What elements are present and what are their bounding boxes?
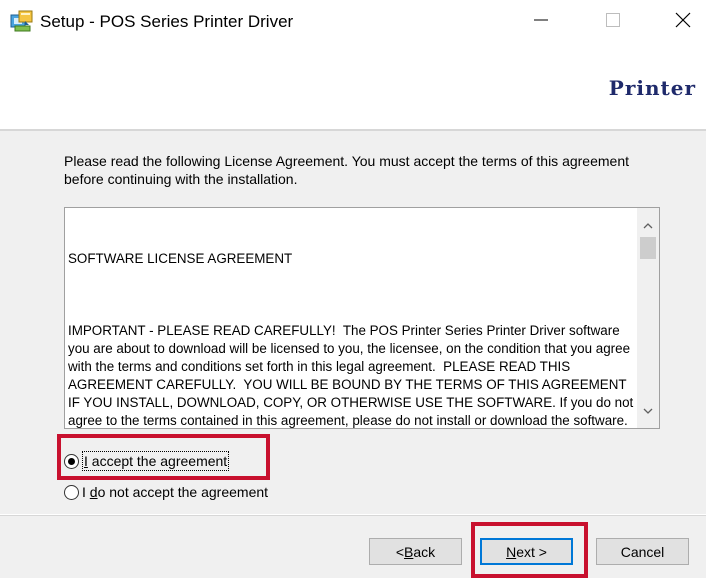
license-textbox[interactable]: SOFTWARE LICENSE AGREEMENT IMPORTANT - P… <box>64 207 660 429</box>
wizard-header: Printer <box>0 44 706 129</box>
window-title: Setup - POS Series Printer Driver <box>40 12 294 31</box>
wizard-footer: < Back Next > Cancel <box>0 516 706 578</box>
close-button[interactable] <box>660 0 706 44</box>
installer-icon <box>10 9 34 33</box>
chevron-up-icon <box>643 216 653 234</box>
back-button[interactable]: < Back <box>369 538 462 565</box>
title-bar[interactable]: Setup - POS Series Printer Driver <box>0 0 706 44</box>
setup-window: Setup - POS Series Printer Driver Printe… <box>0 0 706 578</box>
license-text: SOFTWARE LICENSE AGREEMENT IMPORTANT - P… <box>68 214 634 428</box>
scroll-thumb[interactable] <box>640 237 656 259</box>
accept-agreement-option[interactable]: I accept the agreement <box>64 450 230 472</box>
chevron-down-icon <box>643 402 653 420</box>
intro-text: Please read the following License Agreem… <box>64 153 629 187</box>
cancel-button[interactable]: Cancel <box>596 538 689 565</box>
accept-label-post: accept the agreement <box>87 453 228 469</box>
license-paragraph: IMPORTANT - PLEASE READ CAREFULLY! The P… <box>68 323 634 428</box>
minimize-button[interactable] <box>518 0 564 44</box>
scroll-down-button[interactable] <box>637 400 659 422</box>
maximize-button[interactable] <box>590 0 636 44</box>
decline-label-accel: d <box>89 484 98 500</box>
back-label-post: ack <box>413 543 436 560</box>
accept-radio[interactable] <box>64 453 79 469</box>
back-label-pre: < <box>395 543 405 560</box>
decline-label-post: o not accept the agreement <box>97 484 269 500</box>
minimize-icon <box>534 13 548 32</box>
brand-logo-text: Printer <box>608 76 696 100</box>
decline-radio[interactable] <box>64 484 79 500</box>
wizard-content: Please read the following License Agreem… <box>0 131 706 514</box>
decline-agreement-option[interactable]: I do not accept the agreement <box>64 481 268 503</box>
back-label-accel: B <box>404 543 414 560</box>
next-button[interactable]: Next > <box>480 538 573 565</box>
next-label-accel: N <box>506 543 517 560</box>
decline-label-pre: I <box>82 484 90 500</box>
close-icon <box>675 12 691 33</box>
decline-label[interactable]: I do not accept the agreement <box>82 484 268 500</box>
next-label-post: ext > <box>516 543 547 560</box>
license-heading: SOFTWARE LICENSE AGREEMENT <box>68 251 293 266</box>
scroll-up-button[interactable] <box>637 214 659 236</box>
accept-label[interactable]: I accept the agreement <box>82 451 230 471</box>
license-scrollbar[interactable] <box>637 208 659 428</box>
maximize-icon <box>606 12 620 32</box>
